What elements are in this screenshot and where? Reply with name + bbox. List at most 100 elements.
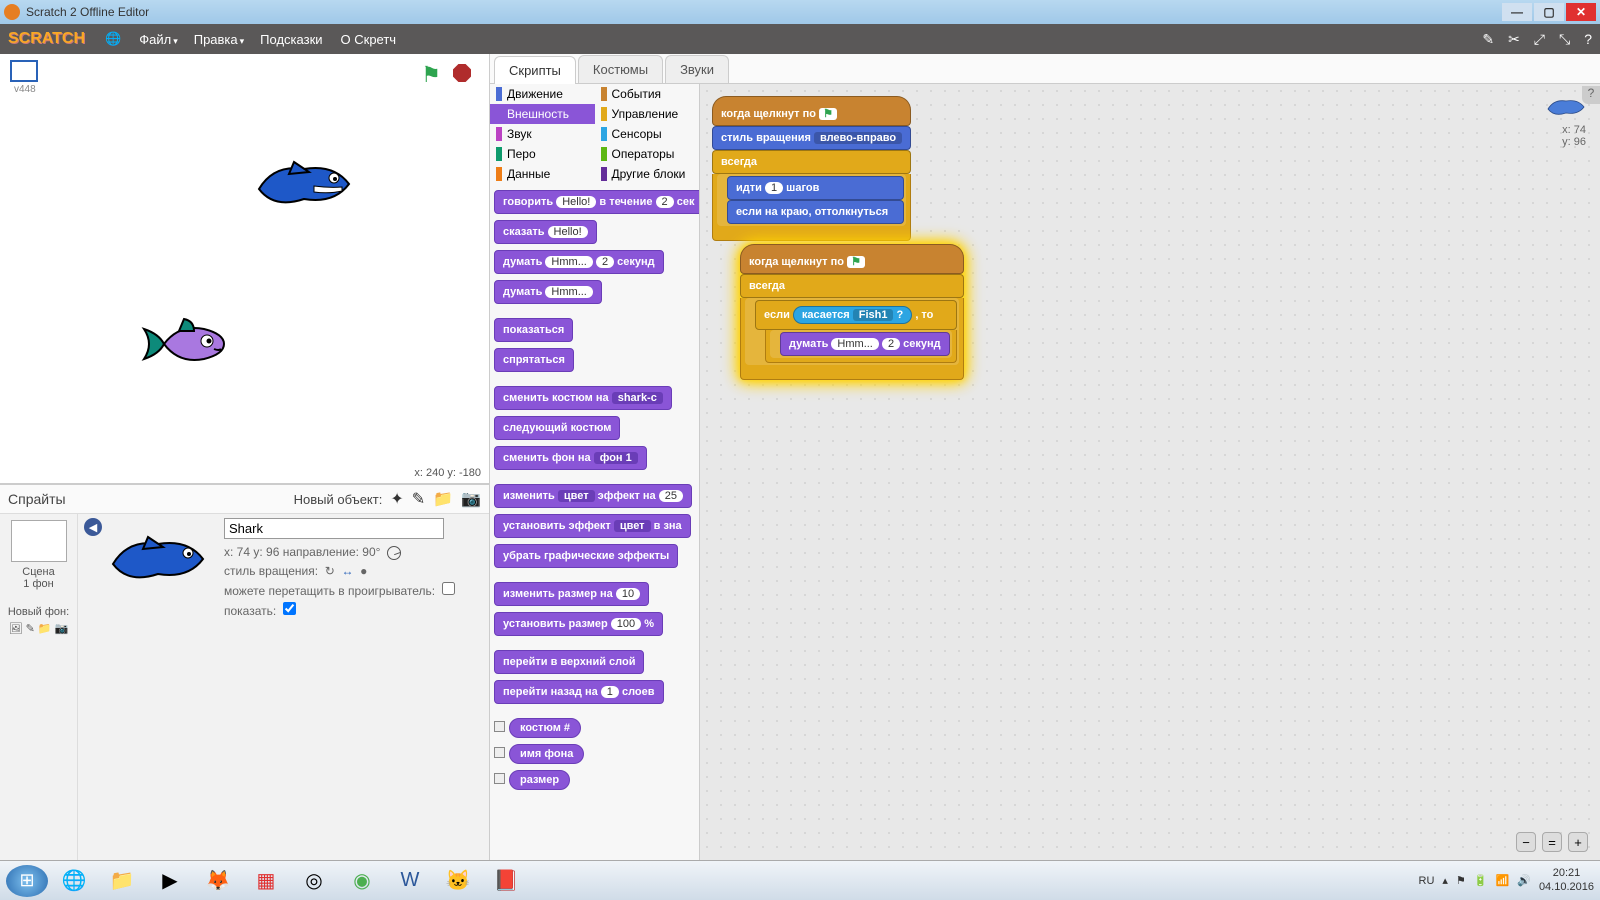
block-size[interactable]: размер: [509, 770, 570, 790]
sprite-thumbnail-shark[interactable]: [108, 524, 208, 594]
block-think[interactable]: думать Hmm...: [494, 280, 602, 304]
new-sprite-paint-icon[interactable]: ✎: [412, 489, 425, 509]
block-show[interactable]: показаться: [494, 318, 573, 342]
block-move-steps[interactable]: идти 1 шагов: [727, 176, 904, 200]
grow-icon[interactable]: ⤢: [1534, 31, 1545, 48]
block-forever-1[interactable]: всегда: [712, 150, 911, 174]
category-looks[interactable]: Внешность: [490, 104, 595, 124]
category-events[interactable]: События: [595, 84, 700, 104]
block-say-secs[interactable]: говорить Hello! в течение 2 сек: [494, 190, 700, 214]
script-stack-1[interactable]: когда щелкнут по ⚑ стиль вращения влево-…: [712, 96, 911, 241]
stamp-icon[interactable]: ✎: [1482, 31, 1494, 48]
drag-checkbox[interactable]: [442, 582, 455, 595]
rotation-none-icon[interactable]: ●: [360, 564, 367, 578]
taskbar-chrome-icon[interactable]: ◎: [292, 865, 336, 897]
block-change-size[interactable]: изменить размер на 10: [494, 582, 649, 606]
block-backdrop-name[interactable]: имя фона: [509, 744, 584, 764]
block-say[interactable]: сказать Hello!: [494, 220, 597, 244]
menu-file[interactable]: Файл: [139, 32, 178, 47]
shrink-icon[interactable]: ⤡: [1559, 31, 1570, 48]
taskbar-media-icon[interactable]: ▶: [148, 865, 192, 897]
zoom-reset-button[interactable]: =: [1542, 832, 1562, 852]
help-icon[interactable]: ?: [1584, 31, 1592, 48]
tab-scripts[interactable]: Скрипты: [494, 56, 576, 84]
block-hide[interactable]: спрятаться: [494, 348, 574, 372]
window-minimize-button[interactable]: —: [1502, 3, 1532, 21]
block-costume-num[interactable]: костюм #: [509, 718, 581, 738]
new-sprite-library-icon[interactable]: ✦: [390, 489, 403, 509]
scripts-canvas[interactable]: ? x: 74y: 96 когда щелкнут по ⚑ стиль вр…: [700, 84, 1600, 860]
block-clear-effects[interactable]: убрать графические эффекты: [494, 544, 678, 568]
block-switch-backdrop[interactable]: сменить фон на фон 1: [494, 446, 647, 470]
start-button[interactable]: ⊞: [6, 865, 48, 897]
taskbar-scratch-icon[interactable]: 🐱: [436, 865, 480, 897]
sprite-fish[interactable]: [139, 309, 229, 379]
block-set-size[interactable]: установить размер 100 %: [494, 612, 663, 636]
script-stack-2[interactable]: когда щелкнут по ⚑ всегда если касается …: [740, 244, 964, 380]
taskbar-app2-icon[interactable]: ◉: [340, 865, 384, 897]
tab-sounds[interactable]: Звуки: [665, 55, 729, 83]
tray-battery-icon[interactable]: 🔋: [1474, 874, 1488, 887]
taskbar-word-icon[interactable]: W: [388, 865, 432, 897]
category-sound[interactable]: Звук: [490, 124, 595, 144]
new-backdrop-library-icon[interactable]: 🖼: [9, 623, 23, 635]
show-checkbox[interactable]: [283, 602, 296, 615]
block-next-costume[interactable]: следующий костюм: [494, 416, 620, 440]
category-more[interactable]: Другие блоки: [595, 164, 700, 184]
globe-icon[interactable]: 🌐: [105, 31, 123, 47]
category-operators[interactable]: Операторы: [595, 144, 700, 164]
stop-button[interactable]: [453, 64, 471, 82]
back-to-sprite-list-button[interactable]: ◀: [84, 518, 102, 536]
language-indicator[interactable]: RU: [1419, 875, 1435, 887]
reporter-checkbox-backdrop[interactable]: [494, 747, 505, 758]
block-go-front[interactable]: перейти в верхний слой: [494, 650, 644, 674]
category-control[interactable]: Управление: [595, 104, 700, 124]
rotation-allaround-icon[interactable]: ↻: [325, 564, 335, 578]
tray-volume-icon[interactable]: 🔊: [1517, 874, 1531, 887]
green-flag-button[interactable]: ⚑: [421, 62, 441, 88]
new-sprite-camera-icon[interactable]: 📷: [461, 489, 481, 509]
reporter-checkbox-size[interactable]: [494, 773, 505, 784]
new-backdrop-camera-icon[interactable]: 📷: [55, 623, 69, 635]
new-sprite-upload-icon[interactable]: 📁: [433, 489, 453, 509]
block-bounce-on-edge[interactable]: если на краю, оттолкнуться: [727, 200, 904, 224]
taskbar-explorer-icon[interactable]: 📁: [100, 865, 144, 897]
menu-edit[interactable]: Правка: [194, 32, 244, 47]
taskbar-app1-icon[interactable]: ▦: [244, 865, 288, 897]
sprite-shark[interactable]: [254, 154, 354, 214]
system-clock[interactable]: 20:21 04.10.2016: [1539, 867, 1594, 893]
block-think-in-script[interactable]: думать Hmm... 2 секунд: [780, 332, 950, 356]
tray-network-icon[interactable]: 📶: [1496, 874, 1510, 887]
category-sensing[interactable]: Сенсоры: [595, 124, 700, 144]
category-motion[interactable]: Движение: [490, 84, 595, 104]
block-set-effect[interactable]: установить эффект цвет в зна: [494, 514, 691, 538]
block-set-rotation-style[interactable]: стиль вращения влево-вправо: [712, 126, 911, 150]
block-go-back-layers[interactable]: перейти назад на 1 слоев: [494, 680, 664, 704]
tab-costumes[interactable]: Костюмы: [578, 55, 663, 83]
menu-tips[interactable]: Подсказки: [260, 32, 324, 47]
block-touching[interactable]: касается Fish1 ?: [793, 306, 912, 324]
menu-about[interactable]: О Скретч: [341, 32, 399, 47]
block-forever-2[interactable]: всегда: [740, 274, 964, 298]
stage-canvas[interactable]: [4, 94, 485, 464]
block-when-flag-clicked-1[interactable]: когда щелкнут по ⚑: [712, 96, 911, 126]
category-data[interactable]: Данные: [490, 164, 595, 184]
tray-flag-icon[interactable]: ⚑: [1456, 874, 1466, 887]
rotation-leftright-icon[interactable]: ↔: [342, 564, 354, 578]
taskbar-firefox-icon[interactable]: 🦊: [196, 865, 240, 897]
block-change-effect[interactable]: изменить цвет эффект на 25: [494, 484, 692, 508]
stage-thumbnail[interactable]: [11, 520, 67, 562]
window-maximize-button[interactable]: ▢: [1534, 3, 1564, 21]
block-if[interactable]: если касается Fish1 ? , то: [755, 300, 957, 330]
new-backdrop-paint-icon[interactable]: ✎: [26, 623, 35, 635]
sprite-name-input[interactable]: [224, 518, 444, 539]
direction-dial[interactable]: [387, 546, 401, 560]
reporter-checkbox-costume[interactable]: [494, 721, 505, 732]
block-think-secs[interactable]: думать Hmm... 2 секунд: [494, 250, 664, 274]
fullscreen-button[interactable]: [10, 60, 38, 82]
taskbar-pdf-icon[interactable]: 📕: [484, 865, 528, 897]
tray-up-icon[interactable]: ▴: [1442, 874, 1448, 887]
block-when-flag-clicked-2[interactable]: когда щелкнут по ⚑: [740, 244, 964, 274]
cut-icon[interactable]: ✂: [1508, 31, 1520, 48]
category-pen[interactable]: Перо: [490, 144, 595, 164]
